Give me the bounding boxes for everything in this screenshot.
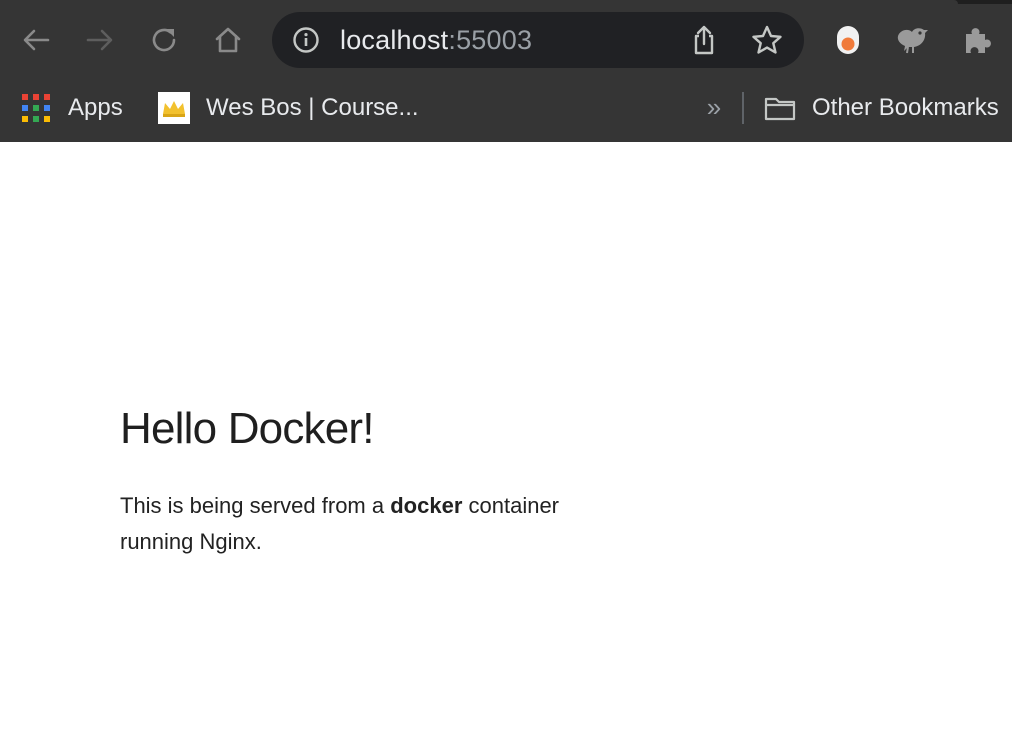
folder-icon (764, 97, 796, 121)
bookmark-other-label: Other Bookmarks (812, 94, 999, 121)
home-icon (215, 27, 241, 53)
para-bold-docker: docker (390, 493, 463, 518)
bird-icon (897, 28, 928, 54)
home-button[interactable] (208, 20, 248, 60)
reload-icon (152, 28, 176, 52)
extension-toggle-icon (837, 26, 859, 54)
star-icon[interactable] (749, 24, 785, 56)
reload-button[interactable] (144, 20, 184, 60)
url-text[interactable]: localhost:55003 (340, 24, 532, 56)
back-button[interactable] (16, 20, 56, 60)
apps-grid-icon (22, 94, 50, 122)
browser-chrome: localhost:55003 Apps Wes Bos | Course...… (0, 0, 1012, 142)
para-prefix: This is being served from a (120, 493, 391, 518)
url-port: :55003 (448, 25, 533, 55)
address-bar[interactable]: localhost:55003 (272, 12, 804, 68)
forward-button[interactable] (80, 20, 120, 60)
bookmark-apps-label: Apps (68, 94, 123, 121)
extension-bird-button[interactable] (892, 20, 932, 60)
page-paragraph: This is being served from a docker conta… (120, 488, 600, 560)
bookmark-wes-bos-label: Wes Bos | Course... (206, 94, 419, 121)
extensions-menu-button[interactable] (956, 20, 996, 60)
info-icon[interactable] (292, 26, 320, 54)
bookmark-wes-bos[interactable]: Wes Bos | Course... (158, 86, 419, 130)
arrow-left-icon (23, 29, 50, 51)
share-icon[interactable] (686, 24, 722, 56)
bookmarks-overflow-button[interactable]: » (702, 92, 726, 124)
bookmarks-divider (742, 92, 744, 124)
crown-favicon-icon (158, 92, 190, 124)
page-content: Hello Docker! This is being served from … (120, 142, 1012, 740)
active-tab-edge (0, 0, 958, 4)
arrow-right-icon (86, 29, 113, 51)
page-heading: Hello Docker! (120, 404, 374, 453)
bookmark-other[interactable]: Other Bookmarks (764, 86, 999, 130)
url-host: localhost (340, 25, 449, 55)
puzzle-icon (966, 28, 991, 53)
tab-strip (0, 0, 1012, 4)
extension-toggle-button[interactable] (828, 20, 868, 60)
bookmark-apps[interactable]: Apps (22, 86, 123, 130)
